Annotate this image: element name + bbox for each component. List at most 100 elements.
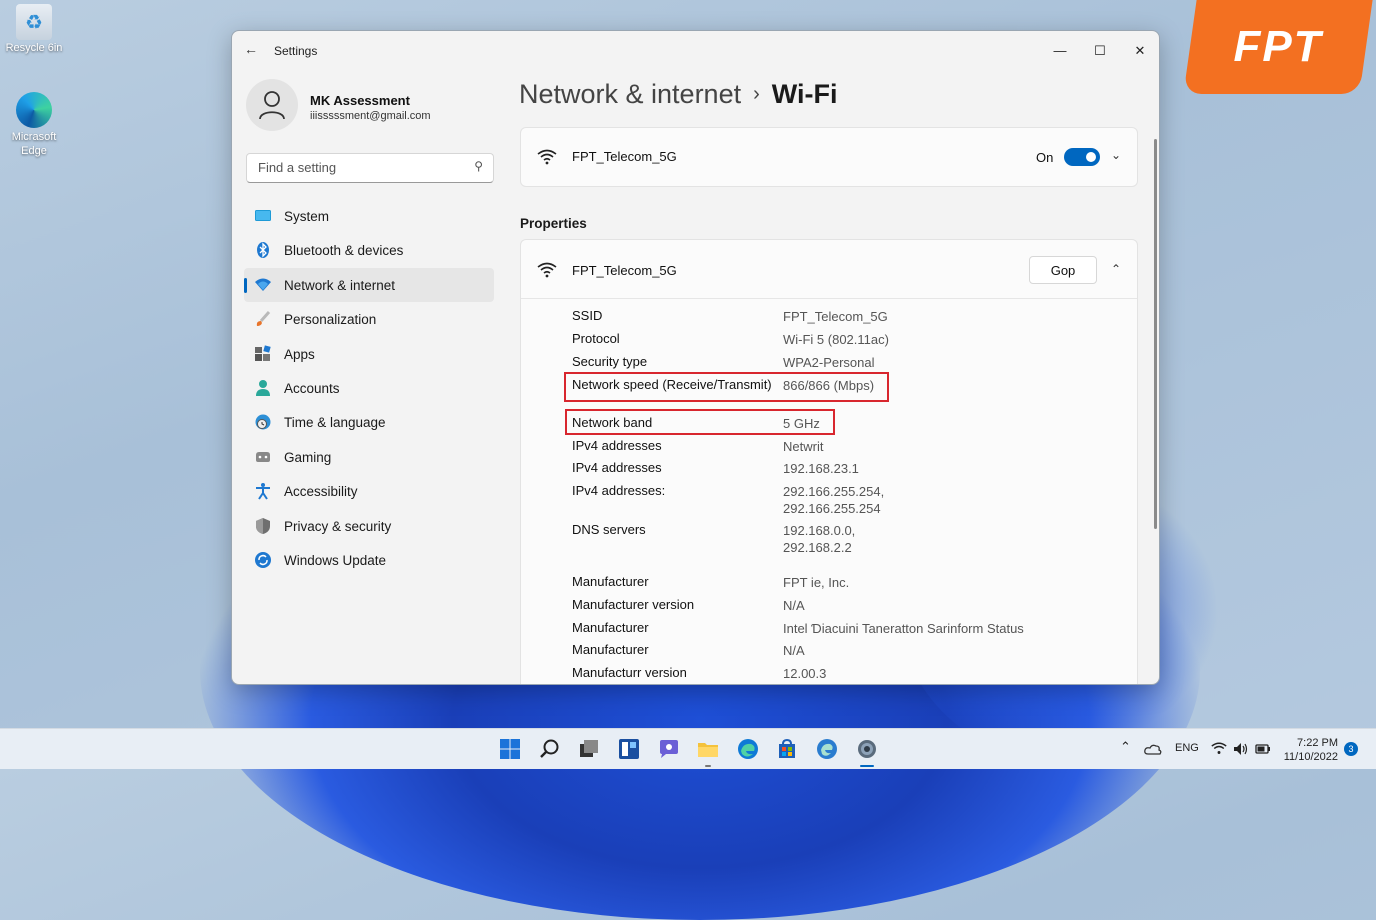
globe-clock-icon bbox=[255, 414, 271, 430]
profile-name: MK Assessment bbox=[310, 93, 410, 108]
wifi-signal-icon bbox=[537, 262, 557, 278]
sidebar-item-label: Time & language bbox=[284, 415, 386, 431]
sidebar-item-time-language[interactable]: Time & language bbox=[244, 405, 494, 439]
sidebar-item-system[interactable]: System bbox=[244, 199, 494, 233]
property-key: IPv4 addresses bbox=[572, 460, 662, 475]
sidebar-item-label: Network & internet bbox=[284, 277, 396, 293]
desktop-edge[interactable]: Micrasoft Edge bbox=[2, 92, 66, 158]
sidebar-item-network[interactable]: Network & internet bbox=[244, 267, 494, 303]
minimize-button[interactable]: — bbox=[1040, 37, 1080, 65]
task-view-icon[interactable] bbox=[577, 737, 601, 761]
property-key: DNS servers bbox=[572, 522, 646, 537]
edge-icon[interactable] bbox=[736, 737, 760, 761]
clock-date: 11/10/2022 bbox=[1283, 751, 1338, 763]
sidebar-item-windows-update[interactable]: Windows Update bbox=[244, 543, 494, 577]
property-value: 866/866 (Mbps) bbox=[783, 378, 875, 393]
onedrive-icon[interactable] bbox=[1144, 742, 1162, 756]
wifi-toggle[interactable] bbox=[1064, 148, 1100, 166]
accessibility-icon bbox=[256, 483, 270, 500]
properties-header[interactable]: FPT_Telecom_5G Gop ⌃ bbox=[521, 240, 1137, 299]
search-icon[interactable]: ⚲ bbox=[474, 159, 483, 173]
settings-icon[interactable] bbox=[855, 737, 879, 761]
wifi-icon bbox=[255, 278, 271, 291]
property-key: Security type bbox=[572, 354, 648, 369]
language-indicator[interactable]: ENG bbox=[1175, 742, 1199, 754]
fpt-logo-text: FPT bbox=[1233, 22, 1323, 71]
property-key: IPv4 addresses: bbox=[572, 483, 666, 498]
settings-search[interactable]: ⚲ bbox=[246, 153, 494, 183]
edge-beta-icon[interactable] bbox=[815, 737, 839, 761]
sidebar-item-accounts[interactable]: Accounts bbox=[244, 371, 494, 405]
property-key: Protocol bbox=[572, 331, 620, 346]
settings-window: ← Settings — ☐ ✕ MK Assessment iiisssssm… bbox=[231, 30, 1160, 685]
clock[interactable]: 7:22 PM 11/10/2022 bbox=[1280, 736, 1338, 764]
sidebar-item-label: Windows Update bbox=[284, 552, 387, 568]
profile-email: iiisssssment@gmail.com bbox=[310, 110, 431, 122]
properties-ssid: FPT_Telecom_5G bbox=[572, 263, 677, 278]
chat-icon[interactable] bbox=[657, 737, 681, 761]
desktop-recycle-bin[interactable]: Resycle 6in bbox=[2, 4, 66, 54]
properties-heading: Properties bbox=[520, 216, 587, 231]
wifi-toggle-label: On bbox=[1036, 150, 1054, 165]
apps-icon bbox=[255, 344, 271, 361]
property-key: Manufacturr version bbox=[572, 665, 687, 680]
sidebar-item-privacy[interactable]: Privacy & security bbox=[244, 509, 494, 543]
chevron-down-icon[interactable]: ⌄ bbox=[1111, 148, 1121, 162]
recycle-bin-label: Resycle 6in bbox=[5, 42, 63, 54]
sidebar-item-label: System bbox=[284, 209, 330, 224]
title-bar: ← Settings — ☐ ✕ bbox=[232, 31, 1159, 71]
sidebar-item-bluetooth[interactable]: Bluetooth & devices bbox=[244, 233, 494, 267]
back-arrow-icon[interactable]: ← bbox=[244, 41, 258, 57]
property-value: N/A bbox=[783, 643, 805, 658]
breadcrumb-separator: › bbox=[753, 83, 760, 105]
wifi-ssid: FPT_Telecom_5G bbox=[572, 149, 677, 164]
scrollbar[interactable] bbox=[1154, 139, 1157, 529]
avatar bbox=[246, 79, 298, 131]
sidebar-item-personalization[interactable]: Personalization bbox=[244, 302, 494, 336]
property-key: IPv4 addresses bbox=[572, 438, 662, 453]
sidebar-item-label: Accounts bbox=[284, 380, 340, 396]
search-icon[interactable] bbox=[538, 737, 562, 761]
sidebar-item-label: Accessibility bbox=[284, 484, 358, 500]
property-value: FPT ie, Inc. bbox=[783, 575, 850, 590]
close-button[interactable]: ✕ bbox=[1120, 37, 1159, 65]
sidebar-item-label: Bluetooth & devices bbox=[284, 243, 404, 259]
property-key: Network speed (Receive/Transmit) bbox=[572, 377, 772, 392]
start-icon[interactable] bbox=[498, 737, 522, 761]
property-value: FPT_Telecom_5G bbox=[783, 309, 888, 324]
sidebar-item-accessibility[interactable]: Accessibility bbox=[244, 474, 494, 508]
sidebar-item-label: Privacy & security bbox=[284, 518, 392, 534]
battery-icon[interactable] bbox=[1255, 742, 1271, 756]
user-icon bbox=[259, 91, 285, 120]
sidebar-item-label: Gaming bbox=[284, 449, 332, 465]
recycle-bin-icon bbox=[16, 4, 52, 40]
clock-time: 7:22 PM bbox=[1297, 737, 1338, 749]
property-value: 12.00.3 bbox=[783, 666, 827, 681]
widgets-icon[interactable] bbox=[617, 737, 641, 761]
wifi-network-card[interactable]: FPT_Telecom_5G On ⌄ bbox=[520, 127, 1138, 187]
chevron-up-icon[interactable]: ⌃ bbox=[1111, 262, 1121, 276]
file-explorer-icon[interactable] bbox=[696, 737, 720, 761]
active-app-indicator bbox=[860, 765, 874, 767]
sidebar-item-apps[interactable]: Apps bbox=[244, 337, 494, 371]
property-key: Manufacturer version bbox=[572, 597, 695, 612]
store-icon[interactable] bbox=[775, 737, 799, 761]
sidebar-item-label: Personalization bbox=[284, 312, 377, 328]
sidebar-item-label: Apps bbox=[284, 346, 315, 362]
gamepad-icon bbox=[256, 451, 270, 462]
bluetooth-icon bbox=[257, 242, 269, 259]
properties-card: FPT_Telecom_5G Gop ⌃ SSID FPT_Telecom_5G… bbox=[520, 239, 1138, 684]
property-value: Intel Ɗiacuini Taneratton Sarinform Stat… bbox=[783, 621, 1024, 636]
wifi-tray-icon[interactable] bbox=[1211, 742, 1227, 755]
copy-button[interactable]: Gop bbox=[1029, 256, 1097, 284]
sidebar-item-gaming[interactable]: Gaming bbox=[244, 440, 494, 474]
volume-icon[interactable] bbox=[1233, 742, 1249, 756]
search-input[interactable] bbox=[256, 159, 460, 176]
tray-overflow-icon[interactable]: ⌃ bbox=[1120, 739, 1131, 755]
maximize-button[interactable]: ☐ bbox=[1080, 37, 1120, 65]
property-value: 192.168.0.0, 292.168.2.2 bbox=[783, 523, 856, 555]
breadcrumb-parent[interactable]: Network & internet bbox=[519, 79, 741, 109]
notification-badge[interactable]: 3 bbox=[1344, 742, 1358, 756]
edge-label: Micrasoft Edge bbox=[11, 131, 57, 157]
property-key: Network band bbox=[572, 415, 653, 430]
